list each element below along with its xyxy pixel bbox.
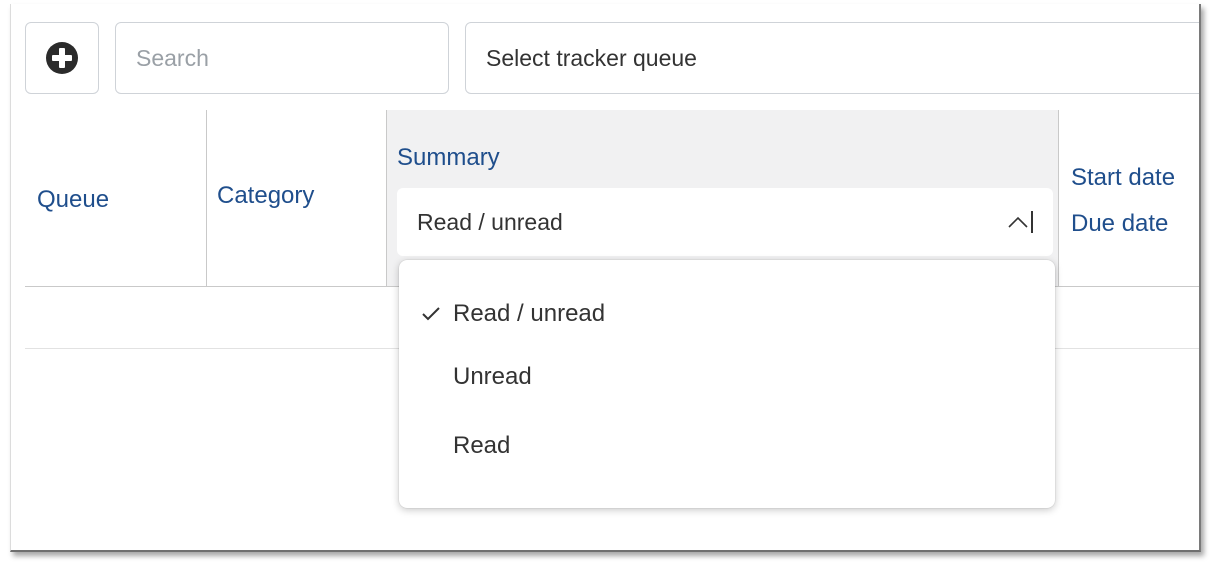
column-header-category[interactable]: Category xyxy=(207,110,387,286)
text-cursor xyxy=(1031,211,1033,233)
dropdown-option-unread[interactable]: Unread xyxy=(399,342,1055,411)
plus-circle-icon xyxy=(46,42,78,74)
summary-filter-dropdown: Read / unread Unread Read xyxy=(399,260,1055,508)
summary-filter-value: Read / unread xyxy=(417,208,563,235)
toolbar: Select tracker queue xyxy=(25,22,1199,96)
column-header-queue[interactable]: Queue xyxy=(25,110,207,286)
dropdown-option-label: Read xyxy=(453,431,511,459)
column-label-category: Category xyxy=(217,182,315,209)
chevron-up-icon xyxy=(1008,216,1028,228)
add-button[interactable] xyxy=(25,22,99,94)
dropdown-option-read-unread[interactable]: Read / unread xyxy=(399,286,1055,342)
column-label-summary[interactable]: Summary xyxy=(397,144,500,172)
tracker-panel: Select tracker queue Queue Category Summ… xyxy=(10,4,1201,552)
dropdown-option-read[interactable]: Read xyxy=(399,411,1055,480)
dropdown-option-label: Read / unread xyxy=(453,300,606,327)
tracker-queue-select[interactable]: Select tracker queue xyxy=(465,22,1199,94)
caret-group xyxy=(1007,211,1033,233)
dropdown-option-label: Unread xyxy=(453,362,532,390)
tracker-queue-select-label: Select tracker queue xyxy=(486,44,697,71)
column-label-start-date[interactable]: Start date xyxy=(1071,164,1175,192)
search-input[interactable] xyxy=(115,22,449,94)
column-label-queue: Queue xyxy=(37,186,110,213)
column-label-due-date[interactable]: Due date xyxy=(1071,210,1168,238)
checkmark-icon xyxy=(421,286,441,342)
column-header-dates: Start date Due date xyxy=(1059,110,1199,286)
summary-filter-select[interactable]: Read / unread xyxy=(397,188,1053,256)
